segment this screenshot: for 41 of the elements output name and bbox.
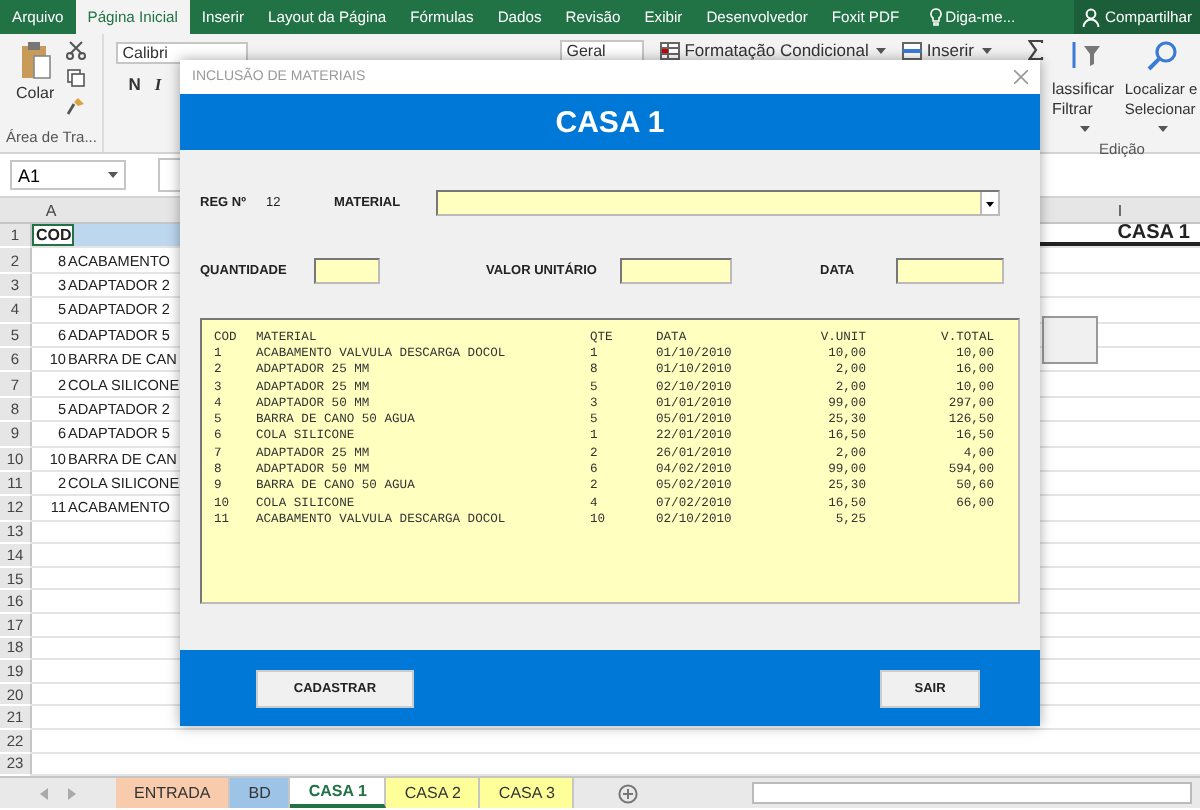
caret-icon [1080,126,1090,132]
italic-button[interactable]: I [154,74,162,94]
lightbulb-icon [929,8,942,26]
caret-icon [982,47,992,53]
sheet-tab[interactable]: BD [230,778,291,809]
list-box[interactable] [200,318,1020,604]
caret-icon [1158,126,1168,132]
sheet-tab[interactable]: CASA 1 [290,778,387,809]
name-box[interactable]: A1 [10,160,126,190]
horizontal-scrollbar[interactable] [752,782,1192,805]
paste-button[interactable]: Colar [12,40,59,128]
sheet-tab[interactable]: CASA 2 [386,778,481,809]
material-dropdown[interactable] [436,190,1000,216]
search-icon [1145,40,1177,72]
table-cell[interactable]: COD [32,224,74,247]
bold-button[interactable]: N [128,74,141,94]
sheet-button[interactable] [1042,315,1098,364]
autosum-icon[interactable] [1028,40,1044,60]
header-band [74,224,182,247]
font-name-field[interactable]: Calibri [116,42,249,64]
person-icon [1081,7,1100,27]
scissors-icon[interactable] [66,40,87,60]
input-field[interactable] [620,258,732,284]
copy-icon[interactable] [66,68,87,88]
dialog-heading: CASA 1 [180,94,1040,150]
sheet-tab[interactable]: ENTRADA [116,778,231,809]
sort-filter-button[interactable]: lassificar Filtrar [1044,34,1122,140]
input-field[interactable] [314,258,380,284]
clipboard-icon [19,40,52,80]
close-icon[interactable] [1014,70,1028,84]
column-header: A [43,201,59,219]
add-sheet-icon[interactable] [618,783,639,804]
sheet-tab[interactable]: CASA 3 [480,778,575,809]
caret-icon [876,47,887,53]
caret-icon [108,172,118,178]
brush-icon[interactable] [66,96,87,116]
column-header: I [1115,201,1125,219]
insert-button[interactable]: Inserir [902,40,992,60]
input-field[interactable] [896,258,1004,284]
conditional-formatting-button[interactable]: Formatação Condicional [660,40,887,60]
number-format-field[interactable]: Geral [560,40,645,62]
